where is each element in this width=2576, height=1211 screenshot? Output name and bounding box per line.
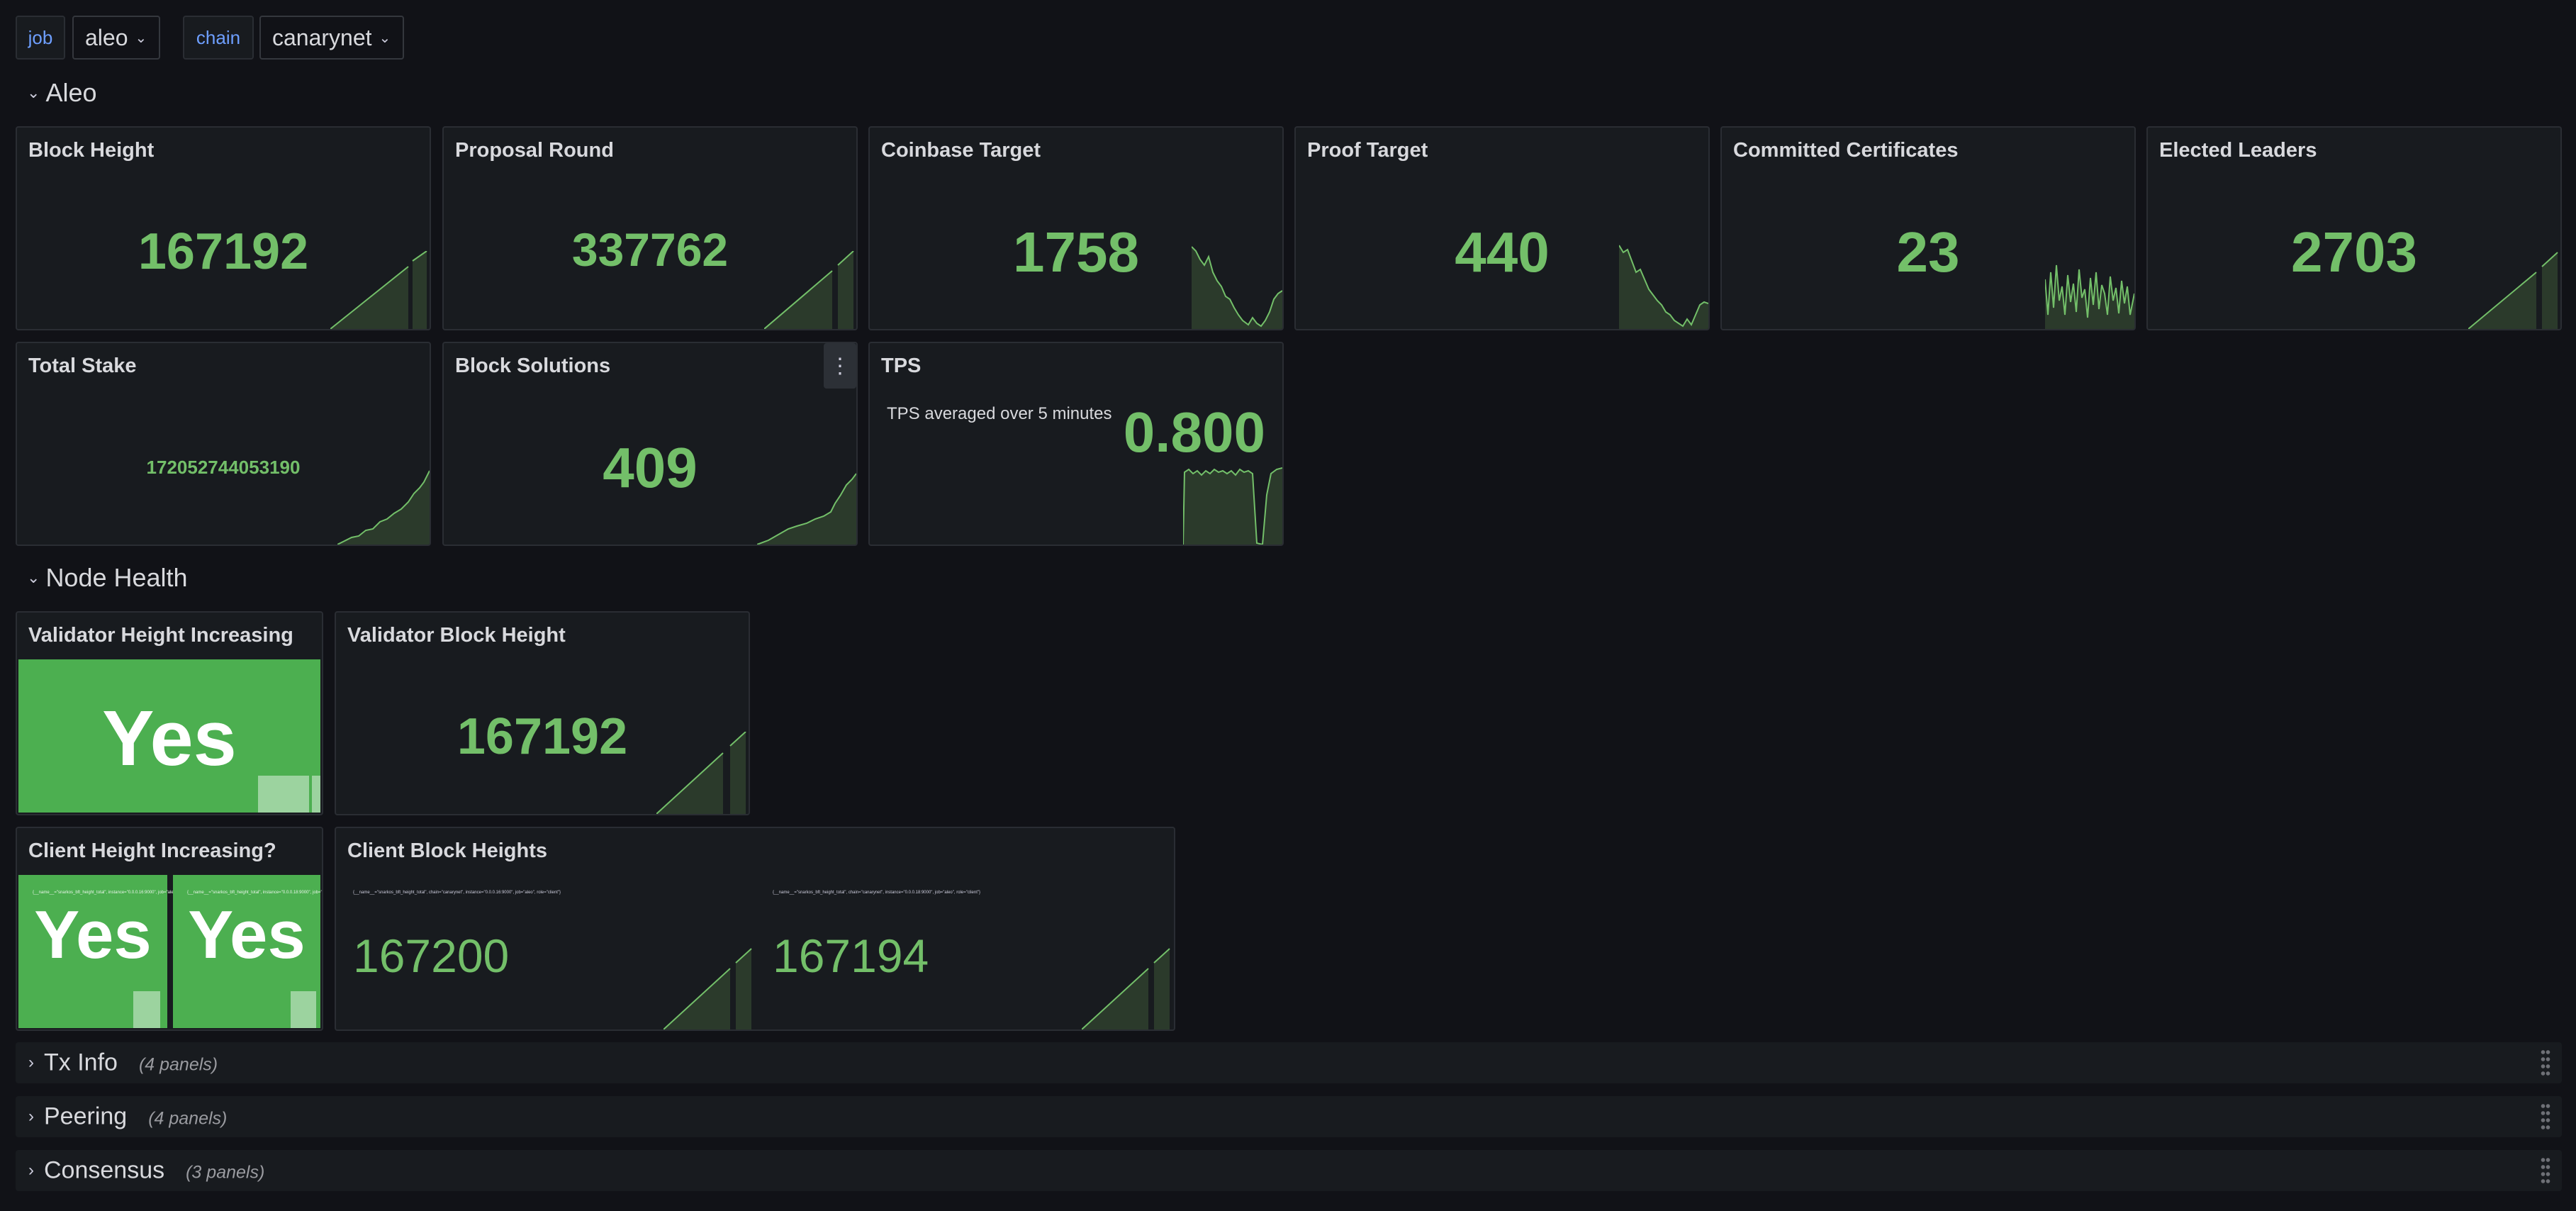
- row-panel-count: (3 panels): [186, 1162, 265, 1183]
- sparkline: [2468, 252, 2558, 329]
- sparkline-bar: [291, 991, 316, 1028]
- sparkline: [757, 473, 856, 545]
- panel-total-stake[interactable]: Total Stake 172052744053190: [16, 342, 431, 546]
- panel-title: Client Block Heights: [347, 839, 547, 862]
- sparkline: [2045, 264, 2134, 329]
- chevron-right-icon: ›: [28, 1107, 34, 1126]
- row-aleo[interactable]: ⌄ Aleo: [27, 75, 97, 111]
- panel-title: Block Height: [28, 139, 155, 162]
- row-aleo-title: Aleo: [45, 78, 97, 107]
- panel-subtitle: TPS averaged over 5 minutes: [887, 404, 1112, 423]
- variable-label-chain: chain: [183, 16, 254, 60]
- row-node-health[interactable]: ⌄ Node Health: [27, 560, 188, 596]
- panel-validator-height-increasing[interactable]: Validator Height Increasing Yes: [16, 611, 323, 815]
- row-panel-count: (4 panels): [138, 1054, 218, 1075]
- sparkline: [337, 470, 430, 545]
- sparkline: [1619, 245, 1708, 329]
- chevron-down-icon: ⌄: [379, 30, 391, 46]
- sparkline: [1192, 246, 1282, 329]
- drag-handle-icon[interactable]: [2541, 1156, 2550, 1185]
- sparkline: [1183, 467, 1282, 545]
- chain-select-value: canarynet: [272, 24, 372, 50]
- panel-title: Client Height Increasing?: [28, 839, 276, 862]
- panel-title: Elected Leaders: [2159, 139, 2317, 162]
- chain-select[interactable]: canarynet ⌄: [259, 16, 404, 60]
- sparkline: [330, 251, 427, 329]
- chevron-down-icon: ⌄: [27, 569, 40, 586]
- series-value: 167200: [353, 930, 510, 982]
- series-cell: {__name__="snarkos_bft_height_total", ch…: [336, 878, 756, 1029]
- sparkline: [663, 948, 752, 1029]
- status-cell: {__name__="snarkos_bft_height_total", in…: [173, 875, 323, 1028]
- panel-title: Proposal Round: [455, 139, 614, 162]
- status-value: Yes: [34, 897, 152, 973]
- row-title: Consensus: [44, 1156, 165, 1184]
- series-legend: {__name__="snarkos_bft_height_total", ch…: [773, 891, 981, 895]
- status-cell: {__name__="snarkos_bft_height_total", in…: [18, 875, 203, 1028]
- panel-proposal-round[interactable]: Proposal Round 337762: [442, 126, 858, 330]
- panel-title: Committed Certificates: [1733, 139, 1959, 162]
- sparkline: [1082, 948, 1170, 1029]
- panel-title: TPS: [881, 355, 922, 377]
- chevron-right-icon: ›: [28, 1053, 34, 1072]
- legend-text: {__name__="snarkos_bft_height_total", in…: [187, 891, 323, 895]
- panel-block-height[interactable]: Block Height 167192: [16, 126, 431, 330]
- status-value: Yes: [102, 695, 237, 782]
- row-peering[interactable]: › Peering (4 panels): [16, 1096, 2562, 1137]
- stat-value: 0.800: [1123, 401, 1265, 464]
- chevron-down-icon: ⌄: [27, 84, 40, 101]
- series-legend: {__name__="snarkos_bft_height_total", ch…: [353, 891, 561, 895]
- series-cell: {__name__="snarkos_bft_height_total", ch…: [756, 878, 1174, 1029]
- row-title: Tx Info: [44, 1049, 118, 1076]
- sparkline: [656, 732, 746, 814]
- row-node-health-title: Node Health: [45, 563, 188, 592]
- sparkline-bar: [312, 776, 320, 813]
- sparkline-bar: [133, 991, 160, 1028]
- panel-block-solutions[interactable]: Block Solutions ⋮ 409: [442, 342, 858, 546]
- chevron-down-icon: ⌄: [135, 30, 147, 46]
- kebab-menu-icon[interactable]: ⋮: [824, 343, 856, 389]
- panel-client-height-increasing[interactable]: Client Height Increasing? {__name__="sna…: [16, 827, 323, 1031]
- status-value: Yes: [188, 897, 306, 973]
- row-panel-count: (4 panels): [148, 1108, 228, 1129]
- chevron-right-icon: ›: [28, 1161, 34, 1180]
- panel-title: Validator Height Increasing: [28, 624, 293, 647]
- variable-label-job: job: [16, 16, 65, 60]
- panel-coinbase-target[interactable]: Coinbase Target 1758: [868, 126, 1284, 330]
- panel-title: Block Solutions: [455, 355, 611, 377]
- panel-title: Proof Target: [1307, 139, 1428, 162]
- panel-elected-leaders[interactable]: Elected Leaders 2703: [2146, 126, 2562, 330]
- panel-validator-block-height[interactable]: Validator Block Height 167192: [335, 611, 750, 815]
- drag-handle-icon[interactable]: [2541, 1049, 2550, 1077]
- panel-title: Validator Block Height: [347, 624, 566, 647]
- panel-proof-target[interactable]: Proof Target 440: [1294, 126, 1710, 330]
- drag-handle-icon[interactable]: [2541, 1103, 2550, 1131]
- panel-committed-certificates[interactable]: Committed Certificates 23: [1720, 126, 2136, 330]
- series-value: 167194: [773, 930, 929, 982]
- sparkline-bar: [258, 776, 309, 813]
- panel-tps[interactable]: TPS TPS averaged over 5 minutes 0.800: [868, 342, 1284, 546]
- sparkline: [764, 251, 854, 329]
- row-title: Peering: [44, 1103, 128, 1130]
- row-consensus[interactable]: › Consensus (3 panels): [16, 1150, 2562, 1191]
- status-background: Yes: [18, 659, 320, 813]
- panel-title: Coinbase Target: [881, 139, 1041, 162]
- job-select-value: aleo: [85, 24, 128, 50]
- panel-title: Total Stake: [28, 355, 137, 377]
- panel-client-block-heights[interactable]: Client Block Heights {__name__="snarkos_…: [335, 827, 1175, 1031]
- row-tx-info[interactable]: › Tx Info (4 panels): [16, 1042, 2562, 1083]
- job-select[interactable]: aleo ⌄: [72, 16, 160, 60]
